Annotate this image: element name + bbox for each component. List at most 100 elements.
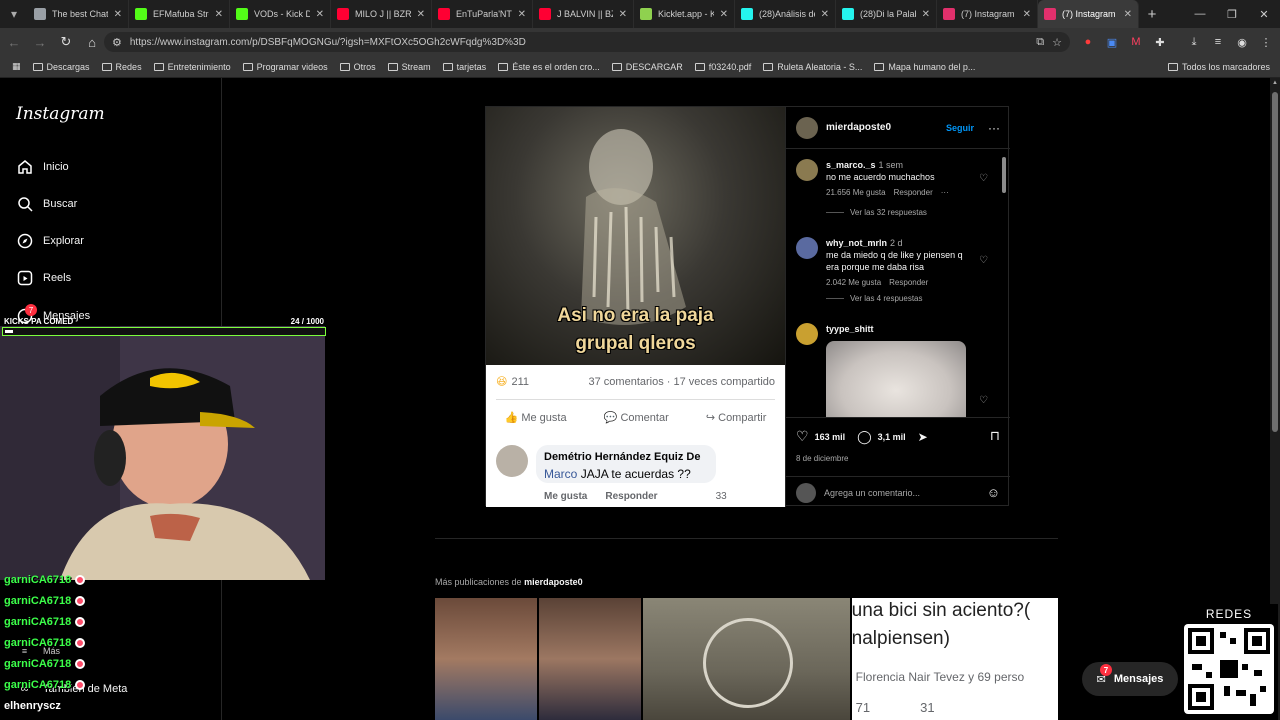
comment-likes[interactable]: 21.656 Me gusta	[826, 187, 886, 199]
menu-icon[interactable]: ⋮	[1258, 34, 1274, 50]
browser-tab[interactable]: (28)Análisis de ✕	[735, 0, 836, 28]
bookmark-item[interactable]: Programar videos	[237, 62, 334, 72]
browser-tab[interactable]: VODs - Kick Da ✕	[230, 0, 331, 28]
folder-icon	[498, 62, 509, 71]
commenter-avatar[interactable]	[796, 159, 818, 181]
minimize-button[interactable]: —	[1184, 0, 1216, 28]
more-posts-author[interactable]: mierdaposte0	[524, 577, 583, 587]
tab-close-icon[interactable]: ✕	[720, 9, 728, 20]
author-avatar[interactable]	[796, 116, 818, 139]
bookmark-item[interactable]: Stream	[382, 62, 437, 72]
bookmark-item[interactable]: Entretenimiento	[148, 62, 237, 72]
bookmark-item[interactable]: Éste es el orden cro...	[492, 62, 606, 72]
browser-tab[interactable]: Kicklet.app - Ki ✕	[634, 0, 735, 28]
browser-tab[interactable]: The best Chat ✕	[28, 0, 129, 28]
more-options-icon[interactable]: ···	[988, 121, 1000, 135]
save-icon[interactable]: ⊓	[990, 428, 1000, 444]
comment-like-icon[interactable]: ♡	[979, 395, 988, 406]
comment-like-icon[interactable]: ♡	[979, 173, 988, 184]
more-post-tile[interactable]	[538, 598, 642, 720]
tab-close-icon[interactable]: ✕	[821, 9, 829, 20]
view-replies[interactable]: Ver las 32 respuestas	[826, 208, 927, 217]
comment-options-icon[interactable]: ···	[941, 187, 949, 199]
comment-like-icon[interactable]: ♡	[979, 255, 988, 266]
translate-extension-icon[interactable]: ▣	[1104, 34, 1120, 50]
browser-tab[interactable]: (7) Instagram ✕	[1038, 0, 1139, 28]
media-controls-icon[interactable]: ≡	[1210, 34, 1226, 50]
sidebar-item-inicio[interactable]: Inicio	[16, 158, 69, 175]
tab-search-button[interactable]: ▾	[0, 0, 28, 28]
browser-tab[interactable]: EFMafuba Stre ✕	[129, 0, 230, 28]
reload-button[interactable]: ↻	[54, 30, 78, 54]
bookmark-item[interactable]: Otros	[334, 62, 382, 72]
tab-close-icon[interactable]: ✕	[518, 9, 526, 20]
tab-close-icon[interactable]: ✕	[417, 9, 425, 20]
browser-tab[interactable]: J BALVIN || BZR ✕	[533, 0, 634, 28]
browser-tab[interactable]: (28)Di la Palabr ✕	[836, 0, 937, 28]
download-icon[interactable]: ⤓	[1186, 34, 1202, 50]
tab-favicon-icon	[1044, 8, 1056, 20]
bookmark-item[interactable]: tarjetas	[437, 62, 493, 72]
emoji-icon[interactable]: ☺	[987, 485, 1000, 500]
tab-close-icon[interactable]: ✕	[114, 9, 122, 20]
more-post-tile[interactable]	[643, 598, 850, 720]
tab-close-icon[interactable]: ✕	[215, 9, 223, 20]
tab-close-icon[interactable]: ✕	[316, 9, 324, 20]
more-post-tile[interactable]	[435, 598, 537, 720]
bookmark-item[interactable]: DESCARGAR	[606, 62, 689, 72]
share-icon[interactable]: ➤	[918, 430, 928, 444]
reply-button[interactable]: Responder	[894, 187, 933, 199]
close-window-button[interactable]: ✕	[1248, 0, 1280, 28]
extensions-puzzle-icon[interactable]: ✚	[1152, 34, 1168, 50]
browser-tab[interactable]: MILO J || BZRP ✕	[331, 0, 432, 28]
comment-username[interactable]: tyype_shitt	[826, 324, 874, 334]
author-username[interactable]: mierdaposte0	[826, 122, 891, 133]
messages-floating-button[interactable]: ✉ Mensajes 7	[1082, 662, 1178, 696]
follow-button[interactable]: Seguir	[946, 123, 974, 133]
comment-username[interactable]: why_not_mrln	[826, 238, 887, 248]
more-post-tile[interactable]: una bici sin aciento?( nalpiensen) Flore…	[851, 598, 1058, 720]
comment-username[interactable]: s_marco._s	[826, 160, 876, 170]
address-bar[interactable]: ⚙ https://www.instagram.com/p/DSBFqMOGNG…	[104, 32, 1070, 52]
tab-close-icon[interactable]: ✕	[1124, 9, 1132, 20]
commenter-avatar[interactable]	[796, 237, 818, 259]
profile-icon[interactable]: ◉	[1234, 34, 1250, 50]
view-replies[interactable]: Ver las 4 respuestas	[826, 294, 922, 303]
chat-badge-icon	[75, 659, 86, 669]
apps-grid-icon[interactable]: ▦	[6, 61, 27, 72]
extension-red-icon[interactable]: ●	[1080, 34, 1096, 50]
bookmark-star-icon[interactable]: ☆	[1052, 36, 1062, 49]
comments-scrollbar[interactable]	[1001, 149, 1007, 417]
add-comment-input[interactable]: Agrega un comentario...	[824, 488, 979, 498]
maximize-button[interactable]: ❐	[1216, 0, 1248, 28]
new-tab-button[interactable]: +	[1139, 6, 1165, 23]
tab-close-icon[interactable]: ✕	[922, 9, 930, 20]
browser-tab[interactable]: EnTuParla'NT - ✕	[432, 0, 533, 28]
site-info-icon[interactable]: ⚙	[112, 36, 122, 49]
tab-close-icon[interactable]: ✕	[619, 9, 627, 20]
bookmark-item[interactable]: Ruleta Aleatoria - S...	[757, 62, 868, 72]
reply-button[interactable]: Responder	[889, 277, 928, 289]
sidebar-item-buscar[interactable]: Buscar	[16, 195, 77, 212]
bookmark-item[interactable]: Redes	[96, 62, 148, 72]
sidebar-item-reels[interactable]: Reels	[16, 269, 71, 286]
comment-icon[interactable]: ◯	[857, 429, 872, 445]
comment-image[interactable]	[826, 341, 966, 417]
install-app-icon[interactable]: ⧉	[1036, 36, 1044, 49]
bookmark-item[interactable]: Mapa humano del p...	[868, 62, 981, 72]
sidebar-item-explorar[interactable]: Explorar	[16, 232, 84, 249]
browser-tab[interactable]: (7) Instagram ✕	[937, 0, 1038, 28]
comment-likes[interactable]: 2.042 Me gusta	[826, 277, 881, 289]
commenter-avatar[interactable]	[796, 323, 818, 345]
bookmark-item[interactable]: f03240.pdf	[689, 62, 758, 72]
home-button[interactable]: ⌂	[80, 30, 104, 54]
post-media[interactable]: Asi no era la paja grupal qleros 😆 211 3…	[486, 107, 785, 507]
bookmark-item[interactable]: Descargas	[27, 62, 96, 72]
forward-button[interactable]: →	[28, 30, 52, 54]
extension-m-icon[interactable]: M	[1128, 34, 1144, 50]
instagram-logo[interactable]: Instagram	[16, 104, 105, 124]
all-bookmarks-link[interactable]: Todos los marcadores	[1182, 62, 1270, 72]
tab-close-icon[interactable]: ✕	[1023, 9, 1031, 20]
back-button[interactable]: ←	[2, 30, 26, 54]
like-icon[interactable]: ♡	[796, 428, 809, 445]
